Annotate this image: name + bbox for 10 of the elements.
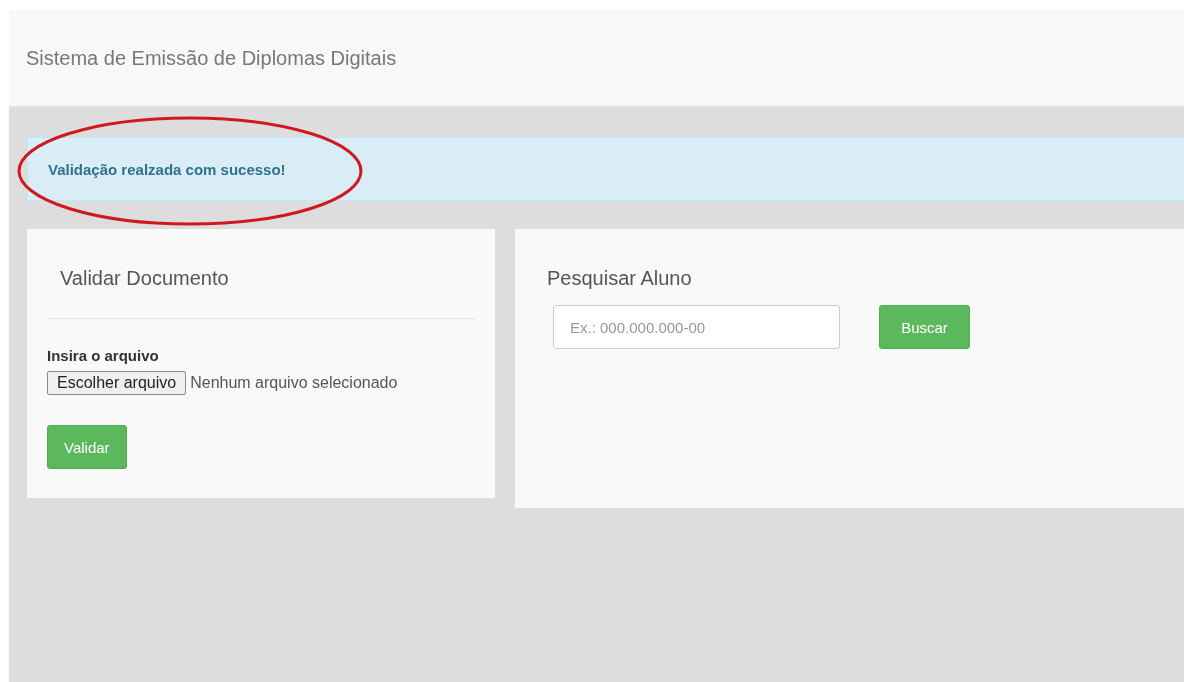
- field-label: Insira o arquivo: [47, 347, 159, 364]
- panel-title: Validar Documento: [59, 267, 230, 290]
- alert-message: Validação realzada com sucesso!: [48, 160, 286, 178]
- panel-title: Pesquisar Aluno: [547, 267, 693, 290]
- cpf-input-field[interactable]: Ex.: 000.000.000-00: [553, 305, 840, 349]
- search-button[interactable]: Buscar: [879, 305, 970, 349]
- choose-file-button[interactable]: Escolher arquivo: [47, 371, 187, 395]
- file-status: Nenhum arquivo selecionado: [190, 374, 398, 392]
- validate-button[interactable]: Validar: [47, 425, 127, 469]
- app-title: Sistema de Emissão de Diplomas Digitais: [26, 46, 397, 70]
